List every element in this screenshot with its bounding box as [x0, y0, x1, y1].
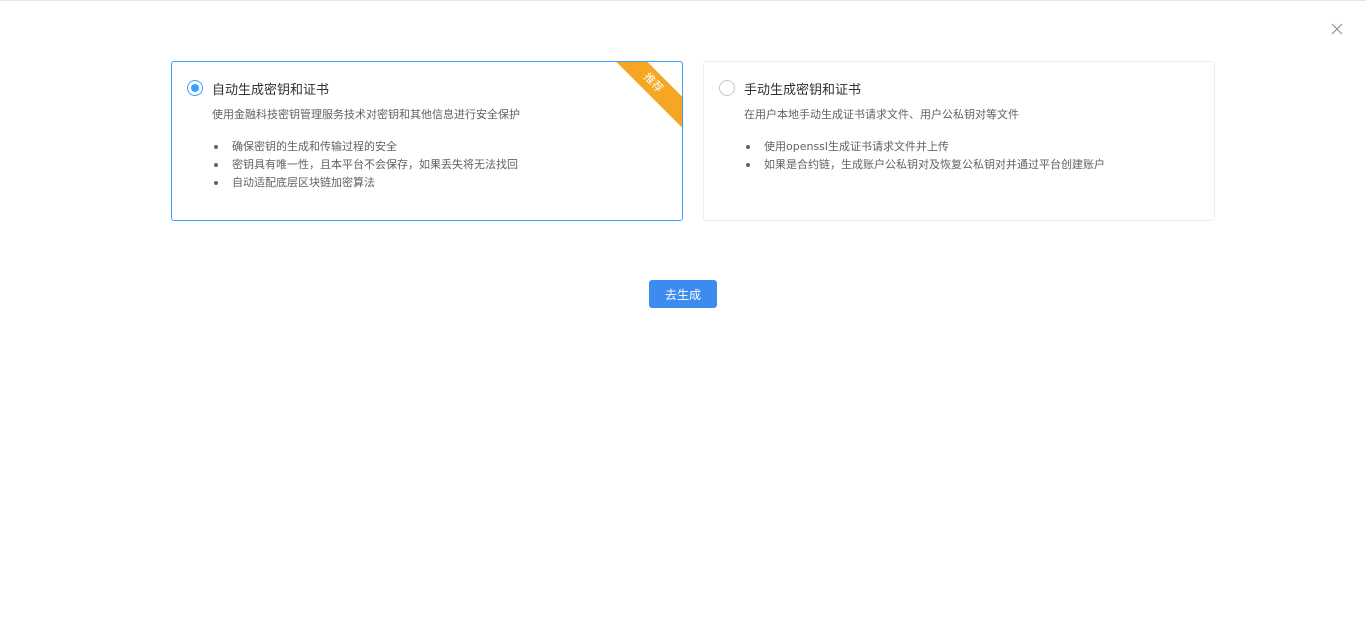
generate-button[interactable]: 去生成	[649, 280, 717, 308]
close-icon[interactable]	[1328, 20, 1346, 38]
bullet-dot	[746, 163, 750, 167]
bullet-text: 密钥具有唯一性，且本平台不会保存，如果丢失将无法找回	[232, 158, 518, 171]
option-card-manual[interactable]: 手动生成密钥和证书 在用户本地手动生成证书请求文件、用户公私钥对等文件 使用op…	[703, 61, 1215, 221]
option-title-manual: 手动生成密钥和证书	[744, 83, 862, 98]
option-description-auto: 使用金融科技密钥管理服务技术对密钥和其他信息进行安全保护	[212, 108, 520, 121]
radio-selected-dot	[191, 84, 199, 92]
option-bullets-manual: 使用openssl生成证书请求文件并上传 如果是合约链，生成账户公私钥对及恢复公…	[744, 138, 1105, 174]
radio-auto[interactable]	[187, 80, 203, 96]
recommended-badge: 推荐	[606, 62, 682, 130]
list-item: 使用openssl生成证书请求文件并上传	[744, 138, 1105, 156]
radio-manual[interactable]	[719, 80, 735, 96]
list-item: 密钥具有唯一性，且本平台不会保存，如果丢失将无法找回	[212, 156, 518, 174]
bullet-dot	[214, 163, 218, 167]
list-item: 如果是合约链，生成账户公私钥对及恢复公私钥对并通过平台创建账户	[744, 156, 1105, 174]
list-item: 自动适配底层区块链加密算法	[212, 174, 518, 192]
option-description-manual: 在用户本地手动生成证书请求文件、用户公私钥对等文件	[744, 108, 1019, 121]
option-bullets-auto: 确保密钥的生成和传输过程的安全 密钥具有唯一性，且本平台不会保存，如果丢失将无法…	[212, 138, 518, 192]
top-divider	[0, 0, 1366, 1]
bullet-text: 使用openssl生成证书请求文件并上传	[764, 140, 949, 153]
option-title-auto: 自动生成密钥和证书	[212, 83, 330, 98]
bullet-text: 确保密钥的生成和传输过程的安全	[232, 140, 397, 153]
bullet-dot	[746, 145, 750, 149]
bullet-text: 自动适配底层区块链加密算法	[232, 176, 375, 189]
option-card-auto[interactable]: 自动生成密钥和证书 使用金融科技密钥管理服务技术对密钥和其他信息进行安全保护 确…	[171, 61, 683, 221]
list-item: 确保密钥的生成和传输过程的安全	[212, 138, 518, 156]
bullet-dot	[214, 181, 218, 185]
bullet-dot	[214, 145, 218, 149]
bullet-text: 如果是合约链，生成账户公私钥对及恢复公私钥对并通过平台创建账户	[764, 158, 1105, 171]
